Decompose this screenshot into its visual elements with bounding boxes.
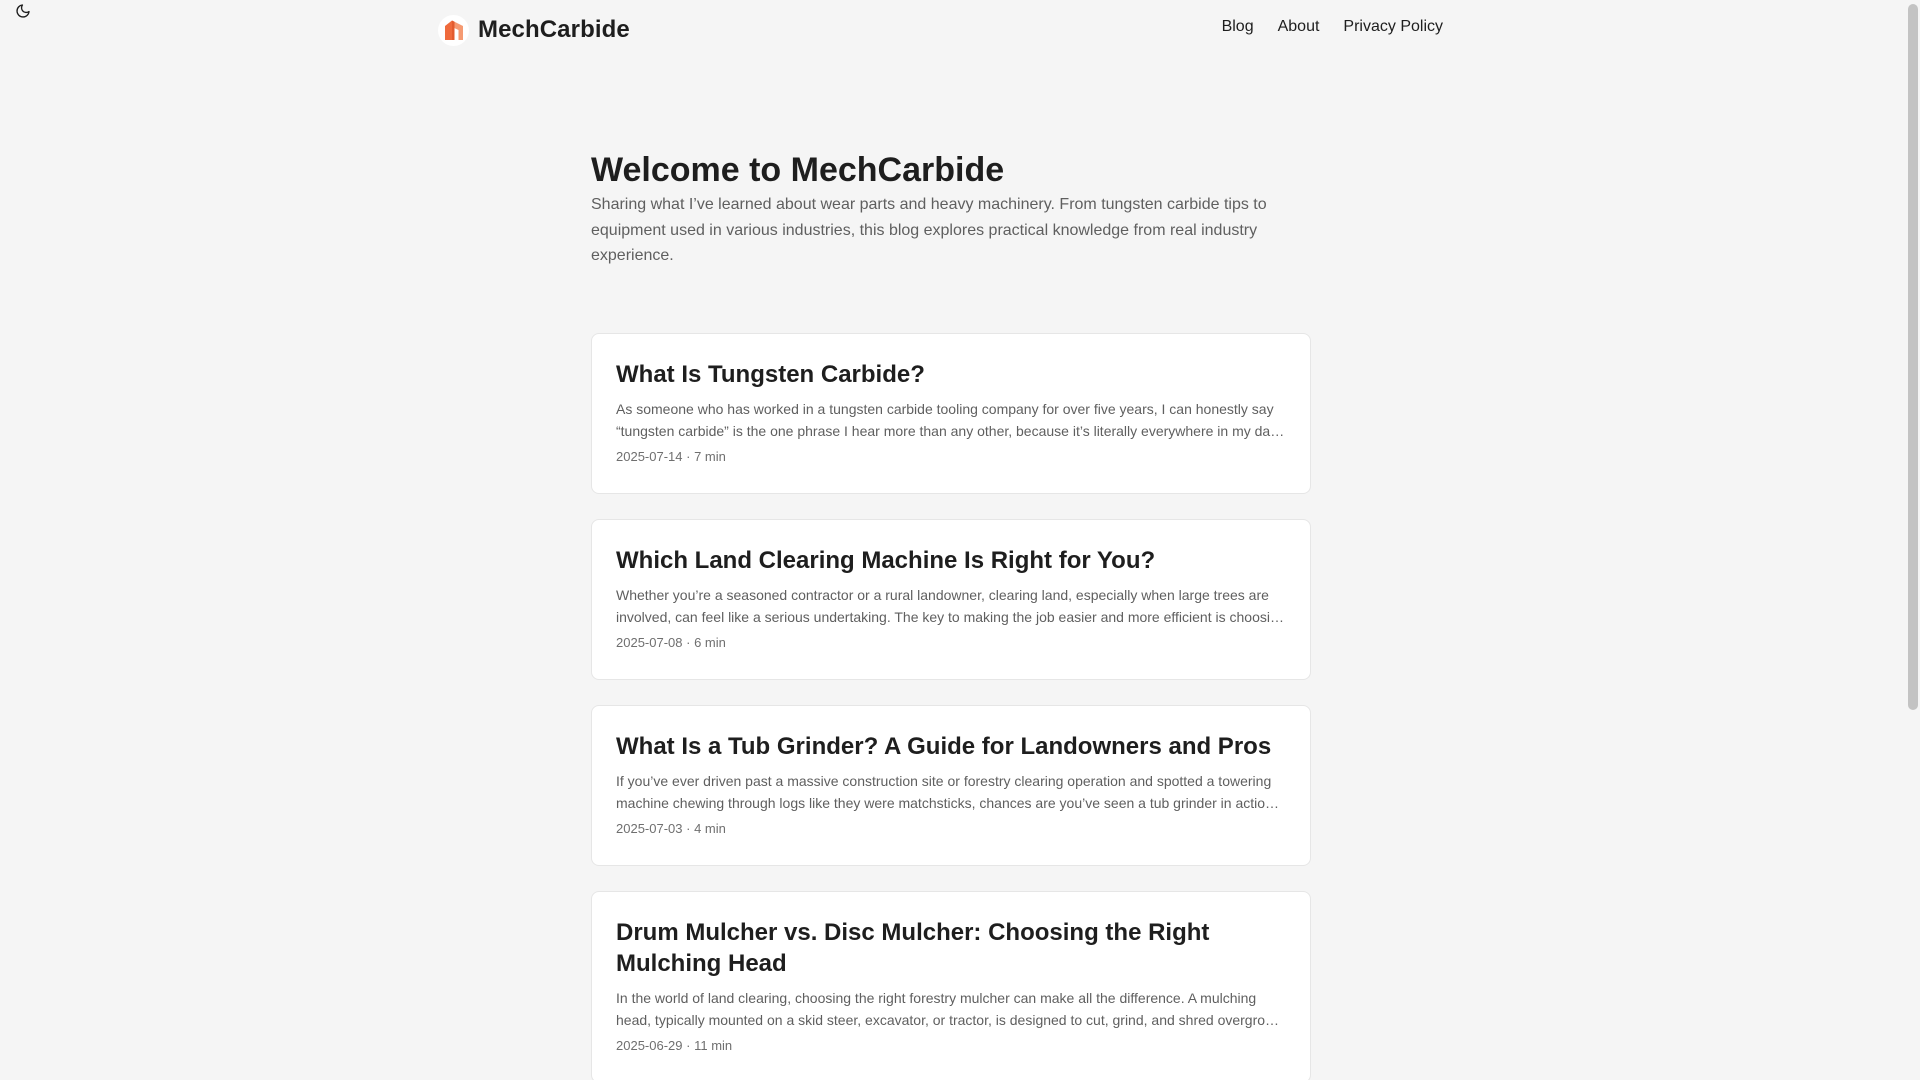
post-excerpt: Whether you’re a seasoned contractor or … xyxy=(616,587,1284,625)
post-meta: 2025-07-08 · 6 min xyxy=(616,634,1286,652)
post-card[interactable]: What Is Tungsten Carbide? As someone who… xyxy=(591,333,1311,494)
post-read-time: 4 min xyxy=(694,821,726,836)
post-excerpt: As someone who has worked in a tungsten … xyxy=(616,401,1285,439)
meta-separator: · xyxy=(686,1038,691,1053)
site-header: MechCarbide Blog About Privacy Policy xyxy=(0,0,1900,60)
nav-link-privacy-policy[interactable]: Privacy Policy xyxy=(1343,18,1443,36)
post-title[interactable]: What Is a Tub Grinder? A Guide for Lando… xyxy=(616,731,1286,762)
post-meta: 2025-07-14 · 7 min xyxy=(616,448,1286,466)
brand-name: MechCarbide xyxy=(478,16,630,43)
vertical-scrollbar[interactable] xyxy=(1903,0,1920,1080)
post-date: 2025-07-14 xyxy=(616,449,683,464)
brand-link[interactable]: MechCarbide xyxy=(438,14,630,46)
post-title[interactable]: Drum Mulcher vs. Disc Mulcher: Choosing … xyxy=(616,917,1286,979)
post-date: 2025-07-08 xyxy=(616,635,683,650)
post-read-time: 7 min xyxy=(694,449,726,464)
page-title: Welcome to MechCarbide xyxy=(591,151,1005,189)
post-card[interactable]: What Is a Tub Grinder? A Guide for Lando… xyxy=(591,705,1311,866)
moon-icon xyxy=(16,4,30,18)
meta-separator: · xyxy=(686,821,691,836)
intro-description: Sharing what I’ve learned about wear par… xyxy=(591,196,1267,264)
post-meta: 2025-07-03 · 4 min xyxy=(616,820,1286,838)
post-card[interactable]: Drum Mulcher vs. Disc Mulcher: Choosing … xyxy=(591,891,1311,1080)
intro-section: Welcome to MechCarbide Sharing what I’ve… xyxy=(591,148,1311,269)
post-excerpt: In the world of land clearing, choosing … xyxy=(616,990,1280,1028)
post-read-time: 11 min xyxy=(694,1038,733,1053)
main-nav: Blog About Privacy Policy xyxy=(1222,18,1443,36)
nav-link-blog[interactable]: Blog xyxy=(1222,18,1254,36)
post-meta: 2025-06-29 · 11 min xyxy=(616,1037,1286,1055)
post-date: 2025-07-03 xyxy=(616,821,683,836)
post-list: What Is Tungsten Carbide? As someone who… xyxy=(591,333,1311,1080)
page: MechCarbide Blog About Privacy Policy We… xyxy=(0,0,1920,1080)
post-title[interactable]: Which Land Clearing Machine Is Right for… xyxy=(616,545,1286,576)
scrollbar-thumb[interactable] xyxy=(1908,4,1918,710)
post-excerpt: If you’ve ever driven past a massive con… xyxy=(616,773,1280,811)
post-read-time: 6 min xyxy=(694,635,726,650)
post-title[interactable]: What Is Tungsten Carbide? xyxy=(616,359,1286,390)
meta-separator: · xyxy=(686,635,691,650)
post-card[interactable]: Which Land Clearing Machine Is Right for… xyxy=(591,519,1311,680)
carbide-bracket-logo-icon xyxy=(438,14,469,46)
meta-separator: · xyxy=(686,449,691,464)
nav-link-about[interactable]: About xyxy=(1278,18,1320,36)
post-date: 2025-06-29 xyxy=(616,1038,683,1053)
theme-toggle-button[interactable] xyxy=(12,0,34,22)
